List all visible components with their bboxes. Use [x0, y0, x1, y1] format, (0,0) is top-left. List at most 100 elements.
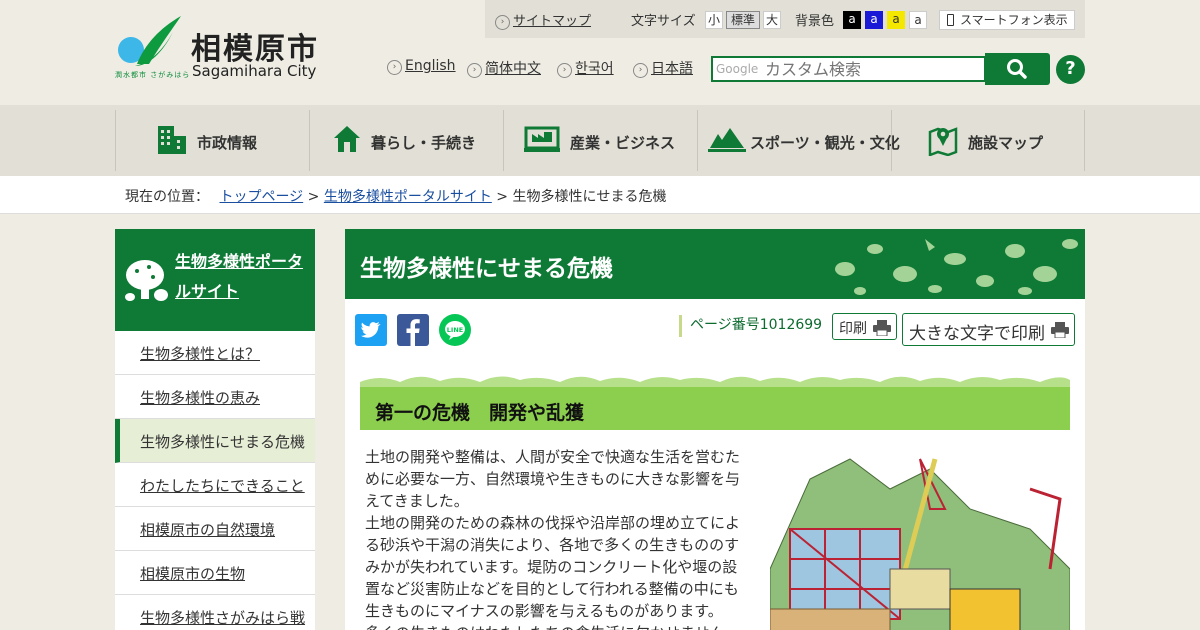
- house-icon: [334, 126, 360, 152]
- font-size-large-button[interactable]: 大: [763, 11, 781, 29]
- google-brand: Google: [716, 62, 759, 76]
- chevron-right-icon: ›: [557, 63, 572, 78]
- font-size-standard-button[interactable]: 標準: [726, 11, 760, 29]
- sidebar-nav: 生物多様性とは？ 生物多様性の恵み 生物多様性にせまる危機 わたしたちにできるこ…: [115, 331, 315, 630]
- gnav-label: 暮らし・手続き: [371, 134, 477, 152]
- sidebar-header[interactable]: 生物多様性ポータルサイト: [115, 229, 315, 331]
- paragraph-1: 土地の開発や整備は、人間が安全で快適な生活を営むために必要な一方、自然環境や生き…: [365, 448, 741, 510]
- sidebar-item-label: 生物多様性にせまる危機: [140, 433, 306, 451]
- site-header: 相模原市 Sagamihara City 潤水都市 さがみはら › サイトマップ …: [0, 0, 1200, 105]
- gnav-label: スポーツ・観光・文化: [750, 134, 900, 152]
- industry-icon: [524, 126, 560, 152]
- lang-chinese-label: 简体中文: [485, 61, 541, 77]
- tree-icon: [125, 260, 168, 301]
- sidebar-item-label[interactable]: 生物多様性とは？: [140, 345, 260, 363]
- facebook-share-button[interactable]: [397, 314, 429, 346]
- gnav-label: 産業・ビジネス: [570, 134, 676, 152]
- sidebar-item-label[interactable]: わたしたちにできること: [140, 477, 305, 495]
- smartphone-view-button[interactable]: スマートフォン表示: [939, 10, 1075, 30]
- lang-japanese-link[interactable]: › 日本語: [633, 58, 693, 78]
- help-button[interactable]: ?: [1056, 55, 1085, 84]
- page-title: 生物多様性にせまる危機: [360, 256, 613, 282]
- sitemap-link[interactable]: › サイトマップ: [495, 10, 591, 30]
- chevron-right-icon: ›: [467, 63, 482, 78]
- svg-text:LINE: LINE: [447, 326, 463, 334]
- smartphone-label: スマートフォン表示: [960, 13, 1068, 27]
- building-icon: [158, 126, 186, 154]
- print-large-label: 大きな文字で印刷: [909, 324, 1045, 344]
- chevron-right-icon: ›: [633, 63, 648, 78]
- search-button[interactable]: [985, 53, 1050, 85]
- mountain-icon: [708, 128, 746, 152]
- sidebar-item-strategy[interactable]: 生物多様性さがみはら戦: [115, 595, 315, 630]
- chevron-right-icon: ›: [495, 15, 510, 30]
- gnav-label: 施設マップ: [968, 134, 1044, 152]
- animal-silhouettes-decoration: [835, 239, 1078, 295]
- search-input[interactable]: [765, 59, 980, 79]
- sidebar-item-nature[interactable]: 相模原市の自然環境: [115, 507, 315, 551]
- main-content: 生物多様性にせまる危機 LINE ページ番号1012699 印刷 大きな文字で印…: [345, 229, 1085, 630]
- paragraph-2: 土地の開発のための森林の伐採や沿岸部の埋め立てによる砂浜や干潟の消失により、各地…: [365, 514, 741, 620]
- lang-korean-label: 한국어: [575, 61, 614, 77]
- city-logo-mark: [118, 16, 181, 66]
- twitter-icon: [360, 322, 381, 338]
- logo-subtext: 潤水都市 さがみはら: [115, 71, 191, 79]
- lang-english-label: English: [405, 58, 456, 74]
- bg-black-button[interactable]: a: [843, 11, 861, 29]
- map-pin-icon: [928, 127, 958, 156]
- print-large-button[interactable]: 大きな文字で印刷: [902, 313, 1075, 346]
- breadcrumb: 現在の位置： トップページ > 生物多様性ポータルサイト > 生物多様性にせまる…: [0, 176, 1200, 214]
- lang-korean-link[interactable]: › 한국어: [557, 58, 614, 78]
- lang-chinese-link[interactable]: › 简体中文: [467, 58, 541, 78]
- sidebar-item-what-we-can-do[interactable]: わたしたちにできること: [115, 463, 315, 507]
- sidebar-item-creatures[interactable]: 相模原市の生物: [115, 551, 315, 595]
- gnav-label: 市政情報: [197, 134, 258, 152]
- print-button[interactable]: 印刷: [832, 313, 897, 340]
- sidebar-title[interactable]: 生物多様性ポータルサイト: [175, 247, 305, 307]
- bg-blue-button[interactable]: a: [865, 11, 883, 29]
- facebook-icon: [406, 319, 420, 346]
- search-icon: [1007, 59, 1027, 79]
- global-nav: 市政情報 暮らし・手続き 産業・ビジネス スポーツ・観光・文化 施設マップ: [0, 105, 1200, 176]
- breadcrumb-portal-link[interactable]: 生物多様性ポータルサイト: [324, 189, 492, 205]
- print-label: 印刷: [839, 321, 867, 337]
- sidebar-item-what-is[interactable]: 生物多様性とは？: [115, 331, 315, 375]
- line-share-button[interactable]: LINE: [439, 314, 471, 346]
- breadcrumb-prefix: 現在の位置：: [125, 189, 209, 205]
- sitemap-link-text[interactable]: サイトマップ: [513, 14, 591, 29]
- lang-english-link[interactable]: › English: [387, 58, 456, 75]
- sidebar-item-blessings[interactable]: 生物多様性の恵み: [115, 375, 315, 419]
- font-size-small-button[interactable]: 小: [705, 11, 723, 29]
- bg-white-button[interactable]: a: [909, 11, 927, 29]
- city-name-en: Sagamihara City: [192, 62, 317, 80]
- gnav-facility-map[interactable]: 施設マップ: [891, 110, 1085, 171]
- breadcrumb-separator: >: [496, 189, 509, 205]
- twitter-share-button[interactable]: [355, 314, 387, 346]
- section-heading-wrap: 第一の危機 開発や乱獲: [360, 372, 1070, 432]
- city-logo[interactable]: 相模原市 Sagamihara City 潤水都市 さがみはら: [115, 14, 330, 82]
- lang-japanese-label: 日本語: [651, 61, 693, 77]
- page-number: ページ番号1012699: [679, 315, 822, 337]
- sidebar-item-label[interactable]: 生物多様性の恵み: [140, 389, 260, 407]
- development-illustration: [770, 458, 1070, 630]
- section-heading-bar: 第一の危機 開発や乱獲: [360, 387, 1070, 430]
- sidebar-item-label[interactable]: 相模原市の生物: [140, 565, 245, 583]
- gnav-business[interactable]: 産業・ビジネス: [503, 110, 697, 171]
- gnav-city-info[interactable]: 市政情報: [115, 110, 309, 171]
- breadcrumb-current: 生物多様性にせまる危機: [512, 189, 667, 205]
- paragraph-3: 多くの生きものはわたしたちの食生活に欠かせません: [365, 622, 745, 630]
- gnav-living[interactable]: 暮らし・手続き: [309, 110, 503, 171]
- breadcrumb-top-link[interactable]: トップページ: [219, 189, 303, 205]
- sidebar-item-label[interactable]: 相模原市の自然環境: [140, 521, 275, 539]
- smartphone-icon: [947, 14, 954, 26]
- page-title-bar: 生物多様性にせまる危機: [345, 229, 1085, 299]
- bg-color-label: 背景色: [795, 14, 835, 29]
- sidebar-item-crisis[interactable]: 生物多様性にせまる危機: [115, 419, 315, 463]
- chevron-right-icon: ›: [387, 60, 402, 75]
- sidebar-item-label[interactable]: 生物多様性さがみはら戦: [140, 609, 305, 627]
- gnav-sports[interactable]: スポーツ・観光・文化: [697, 110, 900, 171]
- section-body: 土地の開発や整備は、人間が安全で快適な生活を営むために必要な一方、自然環境や生き…: [365, 446, 745, 630]
- printer-icon: [1051, 322, 1069, 338]
- bg-yellow-button[interactable]: a: [887, 11, 905, 29]
- line-icon: LINE: [445, 321, 465, 340]
